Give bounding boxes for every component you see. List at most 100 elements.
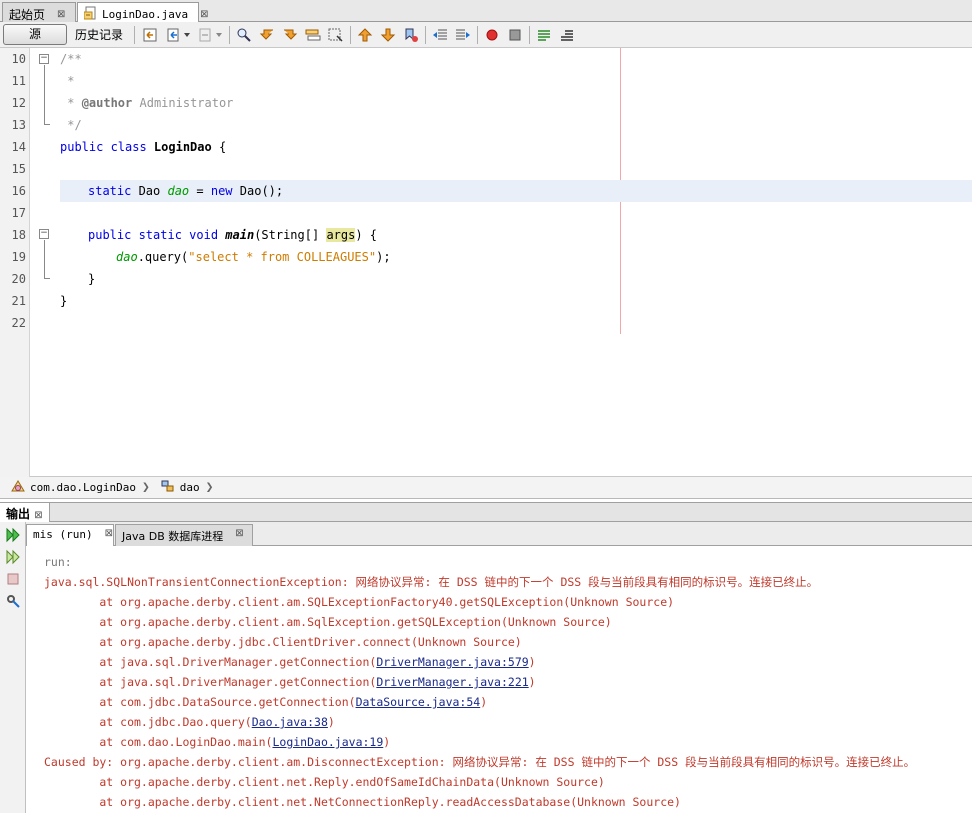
stack-trace-text: at com.jdbc.DataSource.getConnection( <box>44 695 356 709</box>
source-button[interactable]: 源 <box>3 24 67 45</box>
code-line-10: /** <box>60 52 82 66</box>
code-line-21: } <box>60 294 68 308</box>
line-number: 18 <box>11 228 26 242</box>
uncomment-icon[interactable] <box>558 26 576 44</box>
tab-mis-run[interactable]: mis (run) ⊠ <box>26 524 114 547</box>
comment-icon[interactable] <box>535 26 553 44</box>
breadcrumb: com.dao.LoginDao ❯ dao ❯ <box>0 477 972 499</box>
code-text: { <box>211 140 227 154</box>
toolbar-separator <box>477 26 478 44</box>
tab-start-page[interactable]: 起始页 ⊠ <box>2 2 76 22</box>
toolbar-separator <box>134 26 135 44</box>
find-selection-icon[interactable] <box>304 26 322 44</box>
last-edit-icon[interactable] <box>141 26 159 44</box>
keyword: static <box>88 184 132 198</box>
chevron-down-icon[interactable] <box>182 26 192 44</box>
code-line-16: static Dao dao = new Dao(); <box>60 180 283 202</box>
output-window-header: 输出 ⊠ <box>0 502 972 522</box>
find-previous-icon[interactable] <box>258 26 276 44</box>
previous-bookmark-icon[interactable] <box>356 26 374 44</box>
source-link[interactable]: LoginDao.java:19 <box>272 735 383 749</box>
source-link[interactable]: DriverManager.java:221 <box>376 675 528 689</box>
chevron-down-icon[interactable] <box>214 26 224 44</box>
tab-label: LoginDao.java <box>102 8 189 21</box>
line-number: 15 <box>11 162 26 176</box>
next-bookmark-icon[interactable] <box>379 26 397 44</box>
find-icon[interactable] <box>235 26 253 44</box>
breadcrumb-member[interactable]: dao ❯ <box>160 479 214 496</box>
fold-collapse-icon[interactable]: − <box>39 54 49 64</box>
start-macro-recording-icon[interactable] <box>483 26 501 44</box>
source-link[interactable]: DataSource.java:54 <box>356 695 481 709</box>
toolbar-separator <box>229 26 230 44</box>
settings-icon[interactable] <box>4 592 22 610</box>
stack-trace-line: at com.jdbc.Dao.query(Dao.java:38) <box>44 712 334 732</box>
fold-guide <box>44 65 45 124</box>
fold-collapse-icon[interactable]: − <box>39 229 49 239</box>
line-number: 21 <box>11 294 26 308</box>
toolbar-separator <box>425 26 426 44</box>
class-icon <box>10 479 26 496</box>
stack-trace-text: at com.jdbc.Dao.query( <box>44 715 252 729</box>
tab-label: mis (run) <box>33 528 93 541</box>
close-icon[interactable]: ⊠ <box>34 510 42 521</box>
breadcrumb-label: com.dao.LoginDao <box>30 481 136 494</box>
code-line-13: */ <box>60 118 82 132</box>
rerun-icon[interactable] <box>4 526 22 544</box>
back-icon[interactable] <box>164 26 182 44</box>
rerun-with-options-icon[interactable] <box>4 548 22 566</box>
source-link[interactable]: DriverManager.java:579 <box>376 655 528 669</box>
stack-trace-line: at com.jdbc.DataSource.getConnection(Dat… <box>44 692 487 712</box>
close-tab-icon[interactable]: ⊠ <box>105 528 113 539</box>
shift-left-icon[interactable] <box>431 26 449 44</box>
field-name: dao <box>116 250 138 264</box>
history-button[interactable]: 历史记录 <box>75 26 123 43</box>
comment-text: * <box>60 96 82 110</box>
field-icon <box>160 479 176 496</box>
line-number: 20 <box>11 272 26 286</box>
code-line-12: * @author Administrator <box>60 92 233 114</box>
close-tab-icon[interactable]: ⊠ <box>235 528 243 539</box>
output-window-tab[interactable]: 输出 ⊠ <box>0 503 50 522</box>
stop-macro-recording-icon[interactable] <box>506 26 524 44</box>
stack-trace-line: at org.apache.derby.client.net.Reply.end… <box>44 775 605 789</box>
shift-right-icon[interactable] <box>454 26 472 44</box>
code-text: (String[] <box>254 228 327 242</box>
code-line-20: } <box>88 272 96 286</box>
stack-trace-text: at com.dao.LoginDao.main( <box>44 735 273 749</box>
line-number: 19 <box>11 250 26 264</box>
stop-icon[interactable] <box>4 570 22 588</box>
line-number: 17 <box>11 206 26 220</box>
stack-trace-line: at java.sql.DriverManager.getConnection(… <box>44 672 535 692</box>
breadcrumb-class[interactable]: com.dao.LoginDao ❯ <box>10 479 150 496</box>
string-literal: "select * from COLLEAGUES" <box>188 250 377 264</box>
source-link[interactable]: Dao.java:38 <box>252 715 328 729</box>
stack-trace-text: ) <box>528 655 536 669</box>
stack-trace-line: at com.dao.LoginDao.main(LoginDao.java:1… <box>44 732 390 752</box>
code-text: ); <box>376 250 391 264</box>
tab-label: 起始页 <box>9 7 46 22</box>
close-tab-icon[interactable]: ⊠ <box>57 9 65 20</box>
line-number: 11 <box>11 74 26 88</box>
code-editor[interactable]: 10 11 12 13 14 15 16 17 18 19 20 21 22 −… <box>0 48 972 477</box>
editor-tab-bar: 起始页 ⊠ LoginDao.java ⊠ <box>0 0 972 23</box>
tab-java-db-process[interactable]: Java DB 数据库进程 ⊠ <box>115 524 253 546</box>
console-line-error: java.sql.SQLNonTransientConnectionExcept… <box>44 575 819 589</box>
code-line-11: * <box>60 74 75 88</box>
output-console[interactable]: run: java.sql.SQLNonTransientConnectionE… <box>26 546 972 813</box>
find-next-icon[interactable] <box>281 26 299 44</box>
fold-end <box>44 278 50 279</box>
toggle-highlight-icon[interactable] <box>327 26 345 44</box>
java-file-icon <box>83 6 98 23</box>
javadoc-tag: @author <box>81 96 133 110</box>
toggle-bookmark-icon[interactable] <box>402 26 420 44</box>
toolbar-separator <box>529 26 530 44</box>
forward-icon[interactable] <box>196 26 214 44</box>
tab-label: Java DB 数据库进程 <box>122 530 224 543</box>
comment-text: Administrator <box>132 96 234 110</box>
close-tab-icon[interactable]: ⊠ <box>200 9 208 20</box>
stack-trace-text: at java.sql.DriverManager.getConnection( <box>44 655 377 669</box>
line-number: 22 <box>11 316 26 330</box>
code-line-14: public class LoginDao { <box>60 136 226 158</box>
tab-logindao-java[interactable]: LoginDao.java ⊠ <box>77 2 208 23</box>
